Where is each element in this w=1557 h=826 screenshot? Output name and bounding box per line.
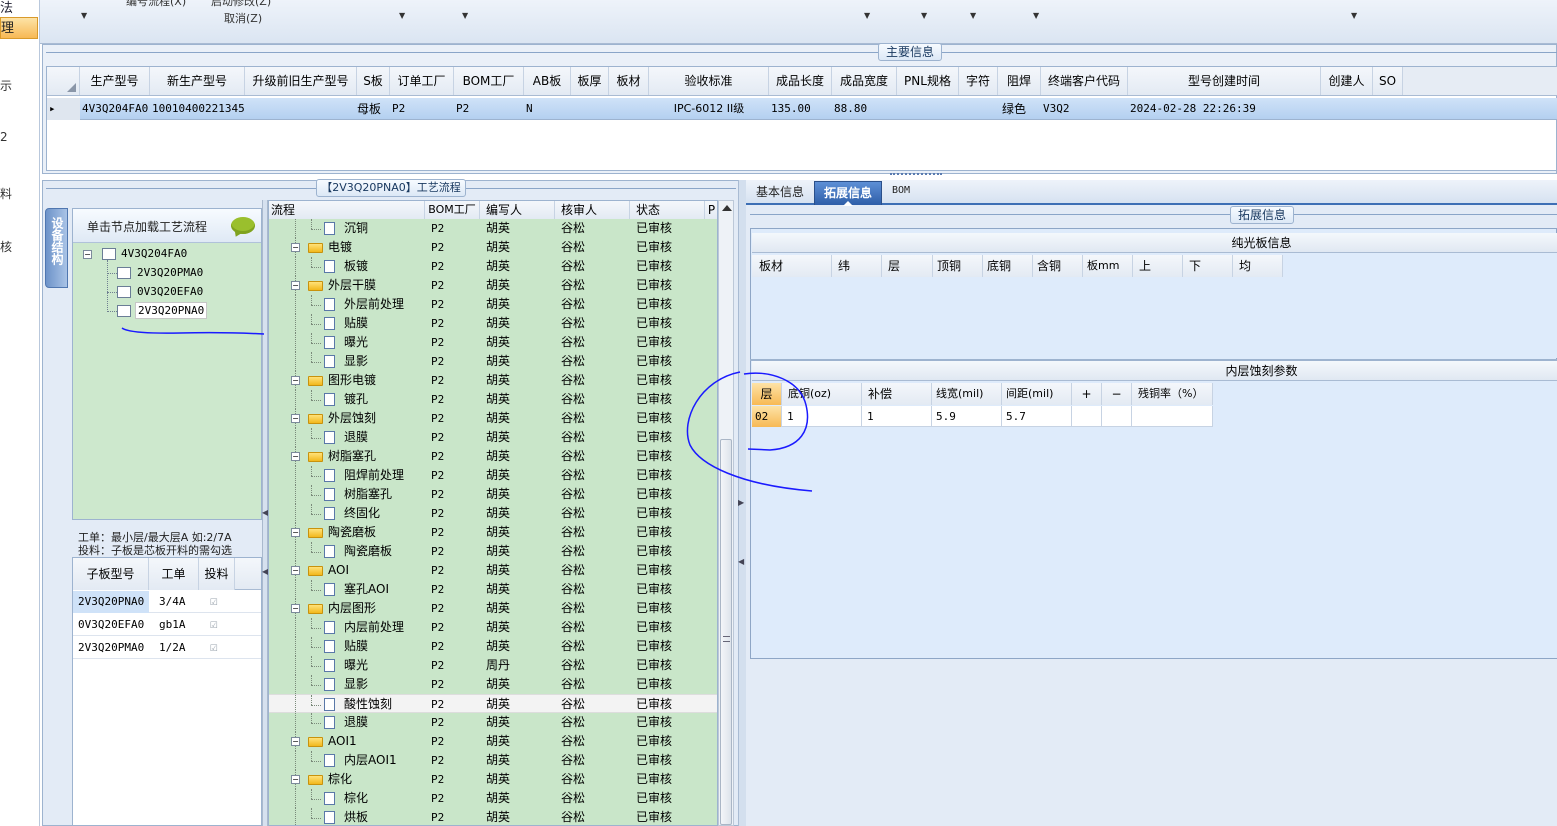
annotation-overlay bbox=[121, 327, 813, 492]
annotation-underline bbox=[121, 327, 265, 335]
annotation-circle bbox=[686, 371, 813, 492]
